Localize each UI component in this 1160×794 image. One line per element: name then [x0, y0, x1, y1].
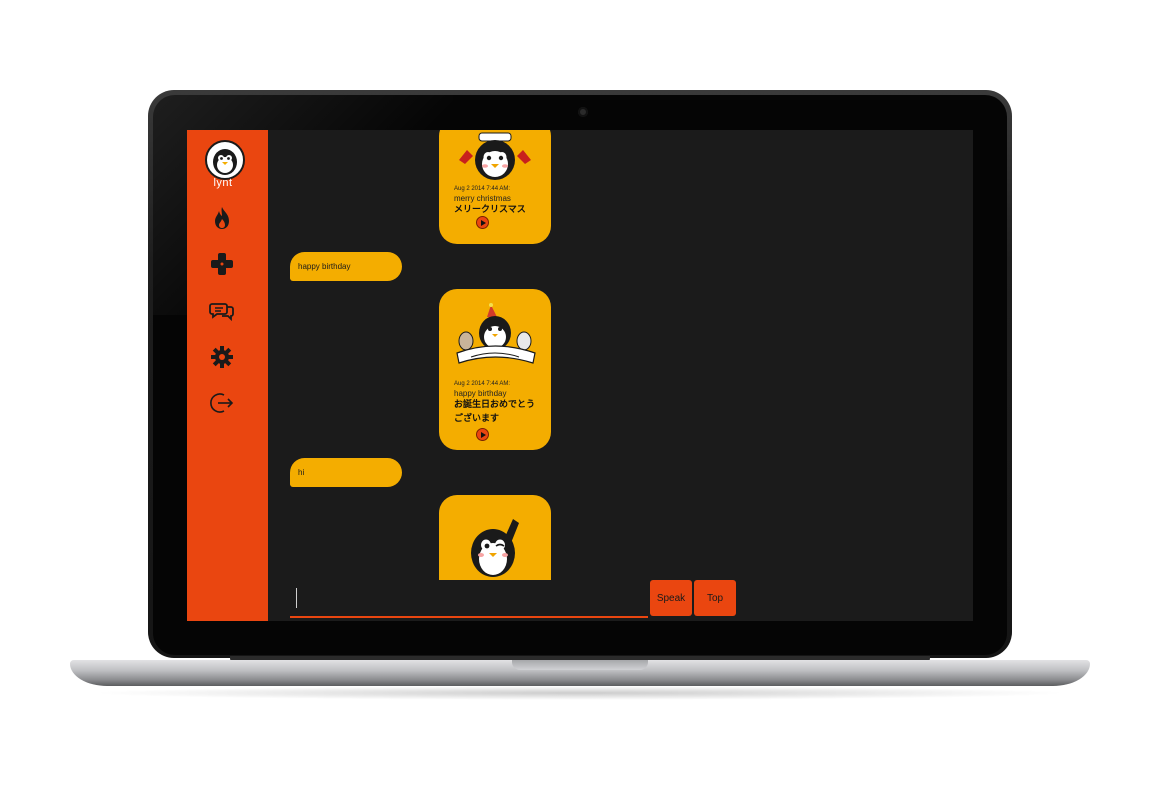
- gear-icon[interactable]: [209, 344, 235, 370]
- stamp-message-card: Aug 2 2014 7:44 AM: happy birthday お誕生日お…: [439, 289, 551, 450]
- top-button[interactable]: Top: [694, 580, 736, 616]
- text-caret: [296, 588, 297, 608]
- chat-log[interactable]: Aug 2 2014 7:44 AM: merry christmas メリーク…: [268, 130, 973, 580]
- message-timestamp: Aug 2 2014 7:44 AM:: [454, 381, 511, 387]
- laptop-notch: [512, 660, 648, 670]
- message-input[interactable]: [290, 582, 648, 614]
- logout-icon[interactable]: [209, 390, 235, 416]
- webcam-icon: [578, 107, 588, 117]
- message-translation: お誕生日おめでとうございます: [454, 399, 536, 423]
- message-timestamp: Aug 2 2014 7:44 AM:: [454, 186, 511, 192]
- play-audio-button[interactable]: [476, 216, 489, 229]
- flame-icon[interactable]: [209, 205, 235, 231]
- stamp-message-card: Aug 2 2014 7:44 AM: merry christmas メリーク…: [439, 130, 551, 244]
- sent-message-bubble: happy birthday: [290, 252, 402, 281]
- app-screen: lynt Aug 2 2014 7:44 AM: merry christmas…: [187, 130, 973, 621]
- sidebar: lynt: [187, 130, 268, 621]
- penguin-birthday-stamp[interactable]: [439, 301, 551, 371]
- app-name: lynt: [213, 177, 233, 189]
- message-translation: メリークリスマス: [454, 204, 526, 214]
- speak-button[interactable]: Speak: [650, 580, 692, 616]
- penguin-waving-stamp[interactable]: [439, 517, 551, 579]
- laptop-shadow: [90, 686, 1070, 700]
- penguin-logo-icon[interactable]: [205, 140, 245, 180]
- chat-bubbles-icon[interactable]: [209, 298, 235, 324]
- stamp-message-card: [439, 495, 551, 580]
- penguin-santa-stamp[interactable]: [439, 130, 551, 188]
- sent-message-bubble: hi: [290, 458, 402, 487]
- play-audio-button[interactable]: [476, 428, 489, 441]
- gamepad-icon[interactable]: [209, 251, 235, 277]
- message-input-wrap: [290, 582, 648, 618]
- main-panel: Aug 2 2014 7:44 AM: merry christmas メリーク…: [268, 130, 973, 621]
